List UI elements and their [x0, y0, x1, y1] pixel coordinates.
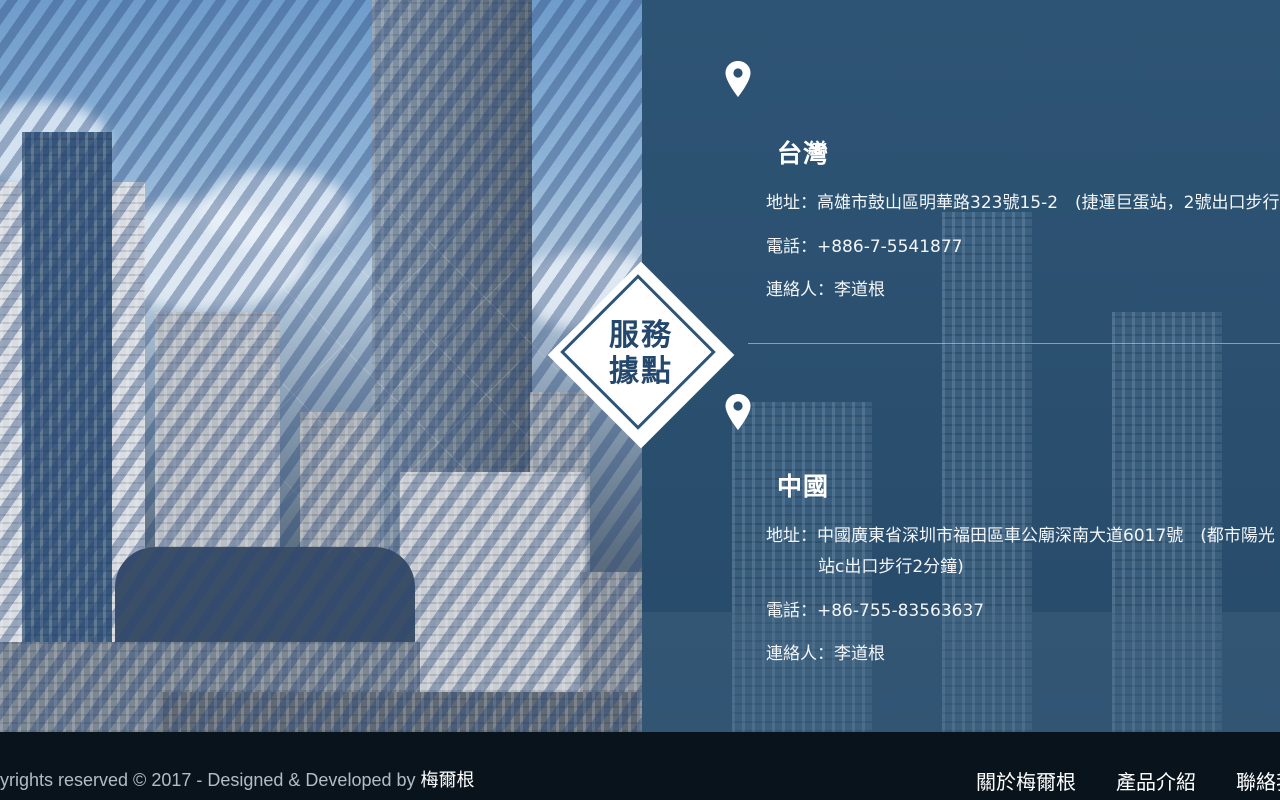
service-locations-badge: 服務 據點	[547, 261, 735, 449]
location-city-title: 中國	[777, 472, 830, 501]
footer-nav-about[interactable]: 關於梅爾根	[976, 766, 1076, 795]
hero-cityscape-image	[0, 0, 642, 732]
address-value: 中國廣東省深圳市福田區車公廟深南大道6017號 (都市陽光	[817, 526, 1275, 546]
contact-line: 連絡人：李道根	[766, 275, 885, 305]
phone-value: +86-755-83563637	[817, 601, 985, 621]
badge-line-1: 服務	[609, 318, 673, 353]
copyright-line: pyrights reserved © 2017 - Designed & De…	[0, 770, 421, 790]
contact-label: 連絡人：	[766, 644, 834, 664]
copyright-text: pyrights reserved © 2017 - Designed & De…	[0, 766, 475, 792]
address-value: 高雄市鼓山區明華路323號15-2 (捷運巨蛋站，2號出口步行	[817, 193, 1280, 213]
site-footer: pyrights reserved © 2017 - Designed & De…	[0, 732, 1280, 800]
address-continuation: 站c出口步行2分鐘)	[818, 557, 964, 577]
badge-line-2: 據點	[609, 354, 673, 389]
contact-label: 連絡人：	[766, 280, 834, 300]
contact-value: 李道根	[834, 644, 885, 664]
footer-nav-contact[interactable]: 聯絡我	[1236, 766, 1280, 795]
footer-nav-products[interactable]: 產品介紹	[1116, 766, 1196, 795]
address-line: 地址：中國廣東省深圳市福田區車公廟深南大道6017號 (都市陽光	[766, 521, 1275, 551]
phone-line: 電話：+886-7-5541877	[766, 232, 963, 262]
address-label: 地址：	[766, 526, 817, 546]
location-city-title: 台灣	[777, 139, 830, 168]
phone-value: +886-7-5541877	[817, 237, 963, 257]
phone-label: 電話：	[766, 601, 817, 621]
address-label: 地址：	[766, 193, 817, 213]
address-line: 地址：高雄市鼓山區明華路323號15-2 (捷運巨蛋站，2號出口步行	[766, 188, 1279, 218]
brand-name[interactable]: 梅爾根	[421, 770, 475, 790]
service-locations-panel: 台灣 地址：高雄市鼓山區明華路323號15-2 (捷運巨蛋站，2號出口步行 電話…	[642, 0, 1280, 732]
phone-line: 電話：+86-755-83563637	[766, 596, 984, 626]
contact-value: 李道根	[834, 280, 885, 300]
phone-label: 電話：	[766, 237, 817, 257]
location-pin-icon	[725, 61, 751, 97]
contact-line: 連絡人：李道根	[766, 639, 885, 669]
section-divider	[748, 343, 1280, 344]
